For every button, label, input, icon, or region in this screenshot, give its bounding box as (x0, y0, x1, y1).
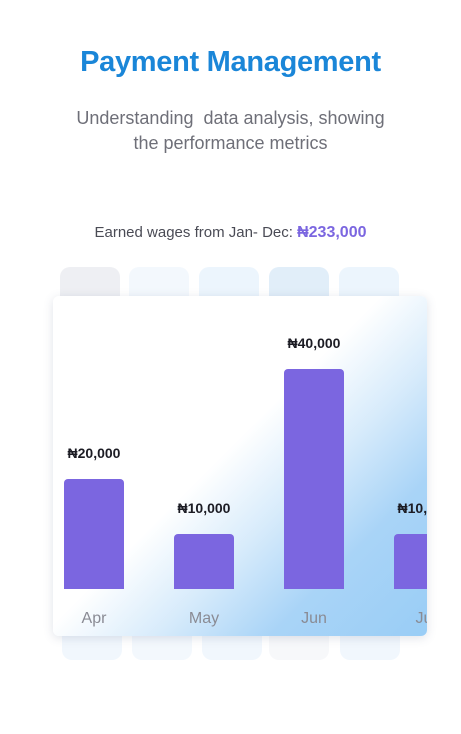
month-label: May (188, 610, 220, 627)
bar-value-label: ₦10,000 (397, 500, 427, 516)
bar-apr (64, 479, 124, 589)
month-label: Jun (301, 610, 327, 627)
bar-value-label: ₦10,000 (177, 500, 231, 516)
wages-chart-card: ₦20,000 Apr ₦10,000 May ₦40,000 Jun ₦10,000 Ju (53, 296, 427, 636)
page-title: Payment Management (80, 46, 381, 78)
earned-wages-amount: ₦233,000 (297, 224, 367, 241)
bar-value-label: ₦40,000 (287, 335, 341, 351)
earned-wages-label: Earned wages from Jan- Dec: (94, 224, 298, 241)
earned-wages-summary: Earned wages from Jan- Dec: ₦233,000 (0, 224, 461, 242)
bar-jul (394, 534, 427, 589)
month-label: Ju (415, 610, 427, 627)
month-label: Apr (81, 610, 107, 627)
bar-jun (284, 369, 344, 589)
bar-may (174, 534, 234, 589)
page-subtitle: Understanding data analysis, showing the… (76, 108, 385, 153)
bar-value-label: ₦20,000 (67, 445, 121, 461)
